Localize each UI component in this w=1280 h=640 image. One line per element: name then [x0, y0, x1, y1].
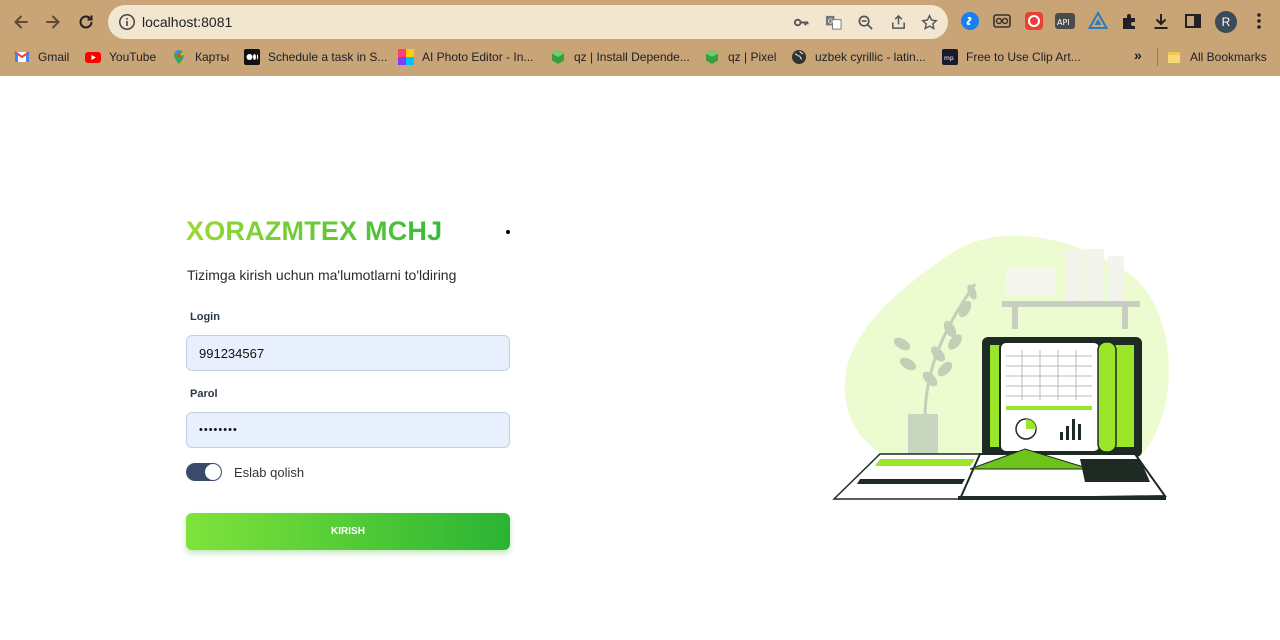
svg-text:mp: mp — [944, 55, 954, 62]
svg-text:API: API — [1057, 18, 1070, 27]
profile-avatar[interactable]: R — [1215, 11, 1237, 33]
bookmark-uzbek-cyrillic[interactable]: uzbek cyrillic - latin... — [791, 48, 926, 66]
folder-icon — [1168, 52, 1180, 63]
password-input[interactable]: •••••••• — [186, 412, 510, 448]
toggle-knob — [205, 464, 221, 480]
login-page: XORAZMTEX MCHJ Tizimga kirish uchun ma'l… — [0, 76, 1280, 640]
clipart-icon: mp — [942, 49, 958, 65]
bookmarks-bar: Gmail YouTube Карты Schedule a task in S… — [0, 44, 1280, 70]
remember-toggle[interactable] — [186, 463, 222, 481]
star-icon[interactable] — [920, 13, 938, 31]
password-label: Parol — [190, 388, 218, 400]
bookmark-ai-photo-editor[interactable]: AI Photo Editor - In... — [398, 48, 533, 66]
bookmark-gmail[interactable]: Gmail — [14, 48, 69, 66]
translate-icon[interactable]: G — [824, 13, 842, 31]
bookmarks-divider — [1157, 48, 1158, 66]
login-subtitle: Tizimga kirish uchun ma'lumotlarni to'ld… — [187, 267, 457, 283]
api-extension-icon[interactable]: API — [1055, 11, 1075, 31]
address-bar[interactable]: localhost:8081 G — [108, 5, 948, 39]
svg-text:G: G — [827, 17, 832, 25]
bookmark-youtube[interactable]: YouTube — [85, 48, 156, 66]
arrow-right-icon — [46, 15, 60, 29]
browser-chrome: localhost:8081 G API R Gmail YouTube Кар… — [0, 0, 1280, 76]
bookmark-schedule-task[interactable]: Schedule a task in S... — [244, 48, 387, 66]
download-icon[interactable] — [1151, 11, 1171, 31]
gmail-icon — [14, 51, 30, 62]
share-icon[interactable] — [889, 13, 907, 31]
url-text[interactable]: localhost:8081 — [142, 14, 232, 30]
bookmark-qz-install[interactable]: qz | Install Depende... — [550, 48, 690, 66]
sidepanel-icon[interactable] — [1183, 11, 1203, 31]
photo-editor-icon — [398, 49, 414, 65]
shazam-extension-icon[interactable] — [960, 11, 980, 31]
bookmark-free-clip-art[interactable]: mp Free to Use Clip Art... — [942, 48, 1081, 66]
record-extension-icon[interactable] — [1024, 11, 1044, 31]
arrow-left-icon — [14, 15, 28, 29]
remember-label: Eslab qolish — [234, 465, 305, 480]
more-bookmarks-button[interactable]: » — [1134, 47, 1142, 63]
brand-title: XORAZMTEX MCHJ — [186, 216, 443, 246]
login-label: Login — [190, 311, 220, 323]
browser-toolbar: localhost:8081 G API R — [0, 0, 1280, 42]
login-input[interactable]: 991234567 — [186, 335, 510, 371]
forward-button[interactable] — [40, 9, 66, 35]
reader-extension-icon[interactable] — [992, 11, 1012, 31]
qz-icon — [552, 50, 564, 64]
youtube-icon — [85, 52, 101, 63]
reload-icon — [79, 15, 93, 29]
login-submit-button[interactable]: KIRISH — [186, 513, 510, 550]
reload-button[interactable] — [73, 9, 99, 35]
triangle-extension-icon[interactable] — [1088, 11, 1108, 31]
more-menu-icon[interactable] — [1250, 11, 1268, 31]
laptop-spreadsheet-illustration — [832, 235, 1169, 501]
globe-icon — [792, 50, 806, 64]
puzzle-icon[interactable] — [1120, 11, 1140, 31]
maps-icon — [174, 50, 184, 64]
all-bookmarks-button[interactable]: All Bookmarks — [1166, 48, 1267, 66]
bookmark-qz-pixel[interactable]: qz | Pixel — [704, 48, 776, 66]
decorative-dot — [506, 230, 510, 234]
bookmark-maps[interactable]: Карты — [171, 48, 229, 66]
key-icon[interactable] — [792, 13, 810, 31]
qz-icon — [706, 50, 718, 64]
back-button[interactable] — [8, 9, 34, 35]
zoom-icon[interactable] — [856, 13, 874, 31]
info-icon[interactable] — [118, 13, 136, 31]
medium-icon — [244, 49, 260, 65]
